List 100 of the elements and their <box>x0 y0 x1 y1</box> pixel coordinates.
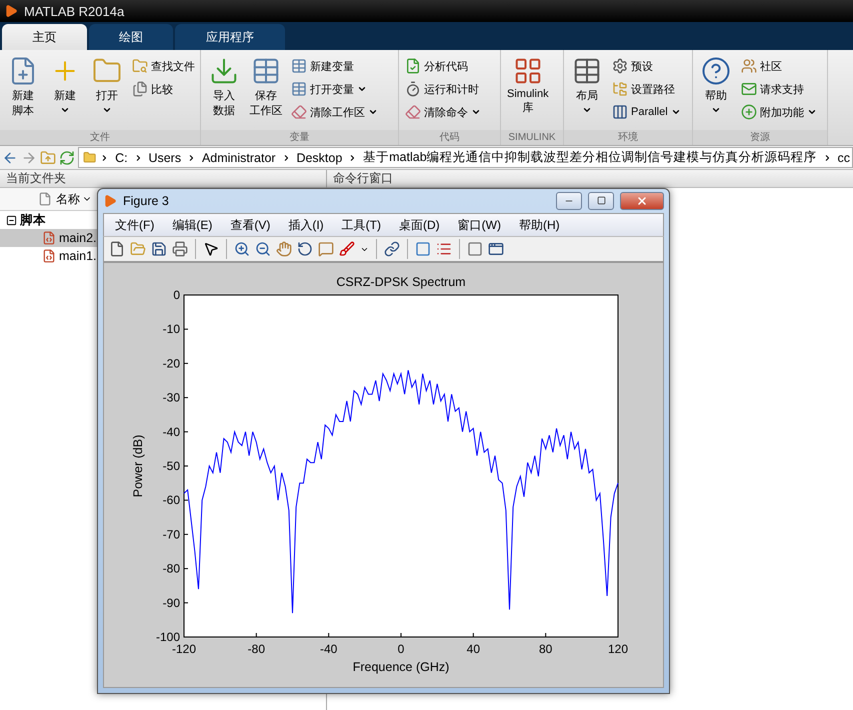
x-tick <box>545 632 546 638</box>
ribbon-button[interactable]: 清除命令 <box>403 102 483 122</box>
zoom-out-icon[interactable] <box>255 241 271 258</box>
ribbon-button[interactable]: 打开变量 <box>289 79 380 99</box>
ribbon-button[interactable]: 运行和计时 <box>403 79 483 99</box>
ribbon-button[interactable]: 打开 <box>88 54 126 130</box>
x-tick <box>400 632 402 638</box>
y-tick-label: -60 <box>162 493 180 508</box>
minimize-button[interactable] <box>556 192 582 210</box>
collapse-icon[interactable] <box>6 214 17 226</box>
window-title: MATLAB R2014a <box>24 4 124 18</box>
blocks-icon <box>512 56 543 86</box>
group-label: SIMULINK <box>501 130 563 145</box>
y-tick <box>184 466 188 467</box>
script-file-icon <box>42 231 56 245</box>
path-segment[interactable]: C: <box>113 150 130 164</box>
menu-item[interactable]: 编辑(E) <box>165 214 220 236</box>
ribbon-tab[interactable]: 应用程序 <box>175 24 285 50</box>
file-row[interactable]: main1. <box>0 247 97 265</box>
close-button[interactable] <box>620 192 664 210</box>
path-segment[interactable]: Administrator <box>200 150 278 164</box>
save-icon[interactable] <box>151 241 167 258</box>
file-row[interactable]: main2. <box>0 229 97 247</box>
menu-item[interactable]: 文件(F) <box>108 214 162 236</box>
ribbon-button[interactable]: 请求支持 <box>739 79 819 99</box>
brush-icon[interactable] <box>339 241 355 258</box>
sort-column[interactable]: 名称 <box>56 190 92 208</box>
path-field[interactable]: C: Users Administrator Desktop 基于matlab编程光通信中抑制载波型差分相位调制信号建模与仿真分析源码程序 cc <box>78 147 853 168</box>
ribbon-button[interactable]: 查找文件 <box>130 56 197 76</box>
y-tick <box>184 500 188 501</box>
path-segment[interactable]: 基于matlab编程光通信中抑制载波型差分相位调制信号建模与仿真分析源码程序 <box>361 149 819 166</box>
ribbon-button[interactable]: Simulink 库 <box>505 54 551 130</box>
group-label: 资源 <box>693 130 827 145</box>
ribbon-button[interactable]: 新建 脚本 <box>4 54 42 130</box>
ribbon-button[interactable]: 清除工作区 <box>289 102 380 122</box>
y-tick-label: -80 <box>162 562 180 576</box>
y-tick-label: -20 <box>162 356 180 370</box>
help-icon <box>701 56 731 86</box>
separator-icon <box>134 152 142 162</box>
y-tick <box>184 568 188 570</box>
ribbon-button[interactable]: 社区 <box>739 56 819 76</box>
maximize-icon <box>596 196 606 206</box>
timer-icon <box>405 81 421 97</box>
maximize-button[interactable] <box>588 192 614 210</box>
x-tick <box>328 632 330 638</box>
path-segment[interactable]: Desktop <box>294 150 344 164</box>
rotate-icon[interactable] <box>297 241 313 258</box>
ribbon-tab[interactable]: 绘图 <box>89 24 173 50</box>
hand-icon[interactable] <box>276 241 292 258</box>
group-label: 代码 <box>399 130 500 145</box>
new-file-icon[interactable] <box>109 241 125 258</box>
legend-icon[interactable] <box>436 241 452 258</box>
menu-item[interactable]: 桌面(D) <box>392 214 447 236</box>
file-name: main2. <box>59 231 97 245</box>
y-tick-label: -90 <box>162 596 180 610</box>
panel-title: 命令行窗口 <box>333 170 393 187</box>
menu-item[interactable]: 插入(I) <box>281 214 331 236</box>
path-segment[interactable]: cc <box>836 150 852 164</box>
download-icon <box>209 56 239 86</box>
folder-search-icon <box>132 58 148 74</box>
ribbon-button[interactable]: 新建变量 <box>289 56 380 76</box>
ribbon-button[interactable]: 预设 <box>610 56 683 76</box>
path-segment[interactable]: Users <box>146 150 184 164</box>
menu-item[interactable]: 查看(V) <box>223 214 278 236</box>
link-icon[interactable] <box>384 241 400 258</box>
chart-title: CSRZ-DPSK Spectrum <box>336 275 466 290</box>
folder-icon <box>612 81 628 97</box>
x-tick-label: -40 <box>320 642 338 656</box>
printer-icon[interactable] <box>172 241 188 258</box>
ribbon-button[interactable]: Parallel <box>610 102 683 122</box>
ribbon-button[interactable]: 分析代码 <box>403 56 483 76</box>
y-tick <box>184 362 188 364</box>
x-tick-label: 120 <box>608 642 628 656</box>
ribbon-button[interactable]: 设置路径 <box>610 79 683 99</box>
columns-icon <box>612 104 628 120</box>
eraser-icon <box>405 104 421 120</box>
ribbon-button[interactable]: 比较 <box>130 79 197 99</box>
ribbon-button[interactable]: 导入 数据 <box>205 54 243 130</box>
ribbon-tab[interactable]: 主页 <box>2 24 87 50</box>
document-check-icon <box>405 58 421 74</box>
menu-item[interactable]: 帮助(H) <box>512 214 567 236</box>
colorbar-icon[interactable] <box>415 241 431 258</box>
plus-icon <box>741 104 757 120</box>
menu-item[interactable]: 工具(T) <box>334 214 388 236</box>
y-tick-label: -100 <box>156 630 180 644</box>
y-tick-label: -10 <box>162 322 180 336</box>
x-axis-label: Frequence (GHz) <box>352 660 450 674</box>
menu-item[interactable]: 窗口(W) <box>450 214 508 236</box>
ribbon-button[interactable]: 布局 <box>568 54 606 130</box>
pointer-icon[interactable] <box>203 241 219 258</box>
ribbon-button[interactable]: 附加功能 <box>739 102 819 122</box>
zoom-in-icon[interactable] <box>234 241 250 258</box>
folder-icon <box>83 150 96 165</box>
ribbon-button[interactable]: 保存 工作区 <box>247 54 285 130</box>
ribbon-button[interactable]: 帮助 <box>697 54 735 130</box>
square-icon[interactable] <box>467 241 483 258</box>
y-tick-label: -30 <box>162 390 180 405</box>
window-icon[interactable] <box>488 241 504 258</box>
back-icon[interactable] <box>2 150 18 166</box>
ribbon-button[interactable]: 新建 <box>46 54 84 130</box>
